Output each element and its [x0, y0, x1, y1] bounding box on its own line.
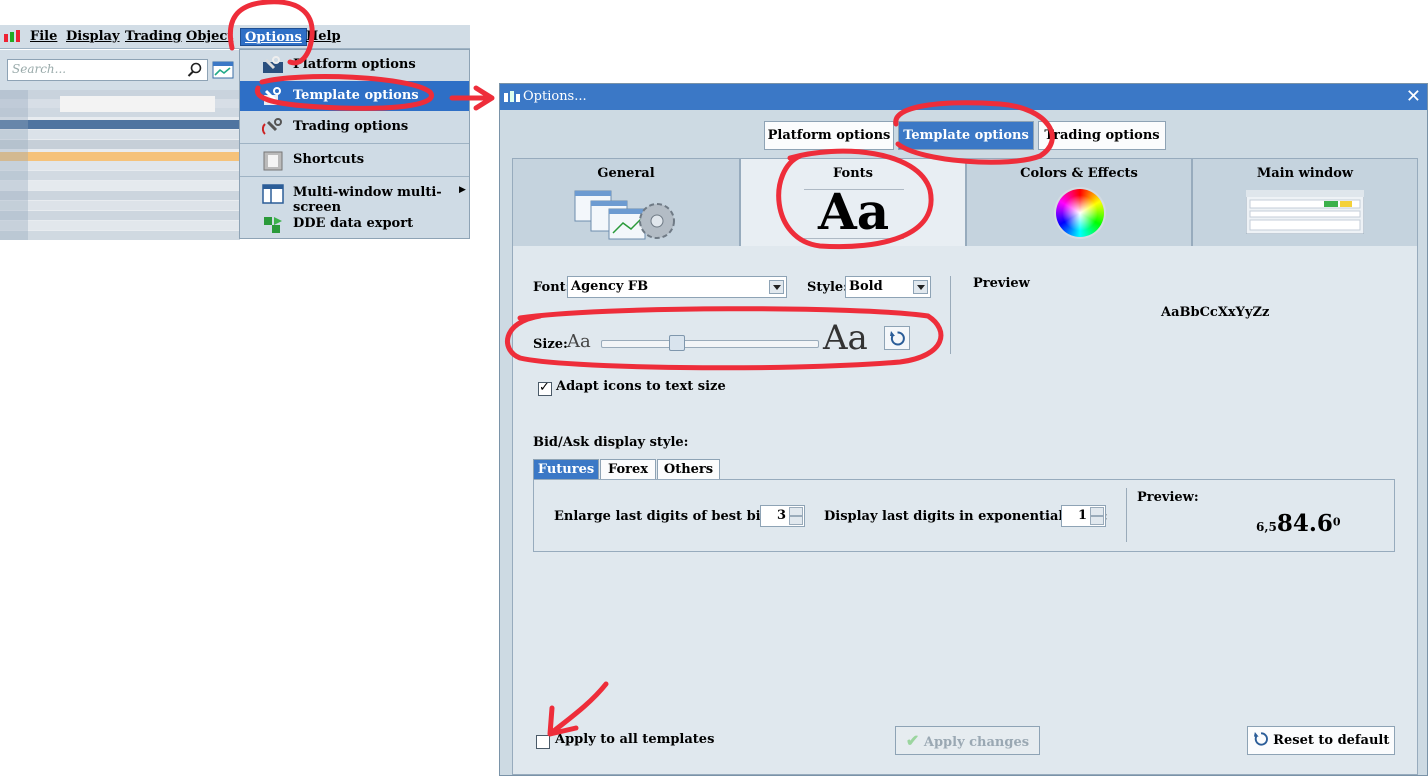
tab-futures[interactable]: Futures	[533, 459, 599, 480]
bidask-divider	[1126, 488, 1127, 542]
adapt-icons-checkbox[interactable]	[538, 380, 552, 396]
wrench-monitor-icon	[263, 56, 283, 73]
tab-platform-options[interactable]: Platform options	[764, 121, 894, 150]
search-row: Search...	[0, 50, 240, 90]
new-chart-icon[interactable]	[212, 59, 236, 81]
checkmark-icon: ✔	[905, 731, 920, 750]
submenu-arrow-icon: ▶	[459, 185, 466, 195]
menu-object[interactable]: Object	[182, 28, 237, 46]
preview-divider	[950, 276, 951, 354]
apply-all-templates-checkbox[interactable]	[536, 735, 550, 749]
main-window-thumbnail-icon	[1246, 190, 1364, 234]
wrench-template-icon	[264, 87, 281, 105]
tab-trading-options[interactable]: Trading options	[1038, 121, 1166, 150]
enlarge-digits-stepper[interactable]: 3	[760, 505, 805, 527]
section-tab-fonts[interactable]: Fonts Aa	[740, 158, 966, 248]
menu-trading[interactable]: Trading	[121, 28, 186, 46]
style-label: Style:	[807, 280, 848, 295]
shortcuts-icon	[263, 151, 283, 171]
search-icon[interactable]	[187, 62, 203, 78]
multi-window-icon	[262, 184, 284, 204]
menu-item-template-options[interactable]: Template options	[240, 81, 469, 111]
color-wheel-icon	[1056, 189, 1104, 237]
app-logo-icon	[4, 30, 20, 42]
size-label: Size:	[533, 337, 568, 352]
tab-others[interactable]: Others	[657, 459, 720, 480]
dde-export-icon	[264, 217, 282, 233]
section-tab-general[interactable]: General	[512, 158, 740, 247]
tab-forex[interactable]: Forex	[600, 459, 656, 480]
stepper-up-icon[interactable]	[789, 507, 803, 516]
reset-arrow-icon	[890, 331, 905, 346]
fonts-icon: Aa	[804, 182, 904, 241]
size-large-sample: Aa	[823, 318, 868, 358]
menu-item-platform-options[interactable]: Platform options	[240, 50, 469, 80]
options-menu: Platform options Template options Tradin…	[239, 49, 470, 239]
reset-size-button[interactable]	[884, 326, 910, 350]
menu-file[interactable]: File	[26, 28, 61, 46]
section-tab-main-window[interactable]: Main window	[1192, 158, 1418, 247]
adapt-icons-label: Adapt icons to text size	[556, 379, 726, 394]
chevron-down-icon[interactable]	[913, 280, 928, 294]
menu-item-multi-window[interactable]: Multi-window multi-screen ▶	[240, 178, 469, 215]
bidask-preview-label: Preview:	[1137, 490, 1199, 505]
font-select[interactable]: Agency FB	[567, 276, 787, 298]
preview-label: Preview	[973, 276, 1030, 291]
menu-help[interactable]: Help	[302, 28, 345, 46]
apply-all-templates-label: Apply to all templates	[555, 732, 715, 747]
menu-options[interactable]: Options	[240, 28, 307, 46]
menu-item-trading-options[interactable]: Trading options	[240, 112, 469, 142]
menu-bar: File Display Trading Object Options Help	[0, 25, 470, 49]
dialog-titlebar: Options... ✕	[500, 84, 1427, 110]
options-dialog: Options... ✕ Platform options Template o…	[499, 83, 1428, 776]
blurred-watchlist	[0, 90, 240, 240]
stepper-down-icon[interactable]	[789, 516, 803, 525]
size-small-sample: Aa	[567, 331, 591, 352]
size-slider-thumb[interactable]	[669, 335, 685, 351]
bidask-label: Bid/Ask display style:	[533, 435, 689, 450]
close-icon[interactable]: ✕	[1406, 86, 1421, 107]
preview-sample-text: AaBbCcXxYyZz	[1161, 305, 1270, 320]
menu-display[interactable]: Display	[62, 28, 124, 46]
section-tab-colors-effects[interactable]: Colors & Effects	[966, 158, 1192, 247]
wrench-trading-icon	[262, 118, 282, 135]
dialog-title: Options...	[523, 89, 587, 104]
search-input[interactable]: Search...	[7, 59, 208, 81]
bidask-settings-box: Enlarge last digits of best bid/ask: 3 D…	[533, 479, 1395, 552]
chevron-down-icon[interactable]	[769, 280, 784, 294]
apply-changes-button[interactable]: ✔ Apply changes	[895, 726, 1040, 755]
menu-item-shortcuts[interactable]: Shortcuts	[240, 145, 469, 175]
stepper-down-icon[interactable]	[1090, 516, 1104, 525]
font-label: Font:	[533, 280, 571, 295]
stepper-up-icon[interactable]	[1090, 507, 1104, 516]
reset-arrow-icon	[1253, 731, 1268, 746]
style-select[interactable]: Bold	[845, 276, 931, 298]
bidask-preview-value: 6,584.60	[1256, 510, 1341, 537]
menu-item-dde-export[interactable]: DDE data export	[240, 209, 469, 239]
app-logo-icon	[504, 91, 520, 102]
tab-template-options[interactable]: Template options	[898, 121, 1034, 150]
general-settings-icon	[574, 190, 675, 240]
exp-digits-stepper[interactable]: 1	[1061, 505, 1106, 527]
reset-to-default-button[interactable]: Reset to default	[1247, 726, 1395, 755]
size-slider[interactable]	[601, 335, 819, 351]
